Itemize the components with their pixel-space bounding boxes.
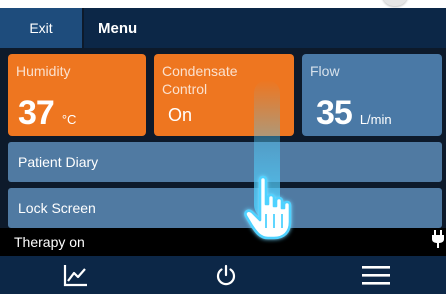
page-title-text: Menu xyxy=(98,19,138,37)
condensate-control-value: On xyxy=(168,105,193,125)
menu-item-label: Lock Screen xyxy=(18,200,96,216)
device-bezel xyxy=(0,0,446,8)
hamburger-menu-icon xyxy=(362,266,390,285)
humidity-tile[interactable]: Humidity 37 °C xyxy=(8,54,146,136)
status-bar: Therapy on xyxy=(0,228,446,256)
menu-button[interactable] xyxy=(316,256,436,294)
flow-unit: L/min xyxy=(359,112,392,127)
humidity-unit: °C xyxy=(61,112,77,127)
flow-value-row: 35 L/min xyxy=(316,96,392,130)
flow-label: Flow xyxy=(310,63,340,79)
chart-button[interactable] xyxy=(16,256,136,294)
menu-item-patient-diary[interactable]: Patient Diary xyxy=(8,142,442,182)
power-button[interactable] xyxy=(166,256,286,294)
page-title: Menu xyxy=(84,8,446,48)
humidity-label: Humidity xyxy=(16,63,71,79)
exit-button[interactable]: Exit xyxy=(0,8,82,48)
menu-item-lock-screen[interactable]: Lock Screen xyxy=(8,188,442,228)
plug-icon xyxy=(432,230,444,253)
hand-pointer-icon xyxy=(238,170,298,244)
humidity-value-row: 37 °C xyxy=(18,96,76,130)
status-text: Therapy on xyxy=(14,234,85,250)
condensate-control-label-line1: Condensate xyxy=(162,63,238,79)
exit-button-label: Exit xyxy=(29,20,53,36)
power-icon xyxy=(216,264,236,286)
humidity-value: 37 xyxy=(18,94,55,132)
device-screen: Exit Menu Humidity 37 °C Condensate Cont… xyxy=(0,0,446,294)
flow-tile[interactable]: Flow 35 L/min xyxy=(302,54,442,136)
chart-icon xyxy=(63,265,87,287)
flow-value: 35 xyxy=(316,94,353,132)
menu-item-label: Patient Diary xyxy=(18,154,99,170)
